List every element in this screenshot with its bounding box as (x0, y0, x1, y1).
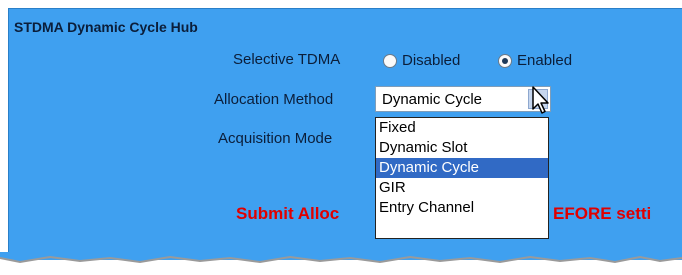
acquisition-mode-label: Acquisition Mode (218, 130, 333, 147)
radio-enabled[interactable] (498, 54, 512, 68)
mouse-pointer-icon (532, 86, 549, 114)
allocation-method-dropdown: Fixed Dynamic Slot Dynamic Cycle GIR Ent… (375, 117, 549, 239)
submit-warning-right: EFORE setti (553, 204, 652, 223)
selective-tdma-label: Selective TDMA (233, 51, 341, 68)
dropdown-option-dynamic-cycle[interactable]: Dynamic Cycle (376, 158, 548, 178)
radio-disabled-label[interactable]: Disabled (402, 52, 460, 69)
dropdown-option-entry-channel[interactable]: Entry Channel (376, 198, 548, 218)
panel-title: STDMA Dynamic Cycle Hub (14, 19, 198, 35)
allocation-method-label: Allocation Method (214, 91, 334, 108)
dropdown-option-gir[interactable]: GIR (376, 178, 548, 198)
allocation-method-value: Dynamic Cycle (382, 91, 483, 108)
submit-warning-left: Submit Alloc (236, 204, 340, 223)
dropdown-option-fixed[interactable]: Fixed (376, 118, 548, 138)
radio-disabled[interactable] (383, 54, 397, 68)
dropdown-option-dynamic-slot[interactable]: Dynamic Slot (376, 138, 548, 158)
torn-edge (0, 252, 682, 264)
allocation-method-select[interactable]: Dynamic Cycle (375, 86, 551, 112)
radio-enabled-label[interactable]: Enabled (517, 52, 572, 69)
